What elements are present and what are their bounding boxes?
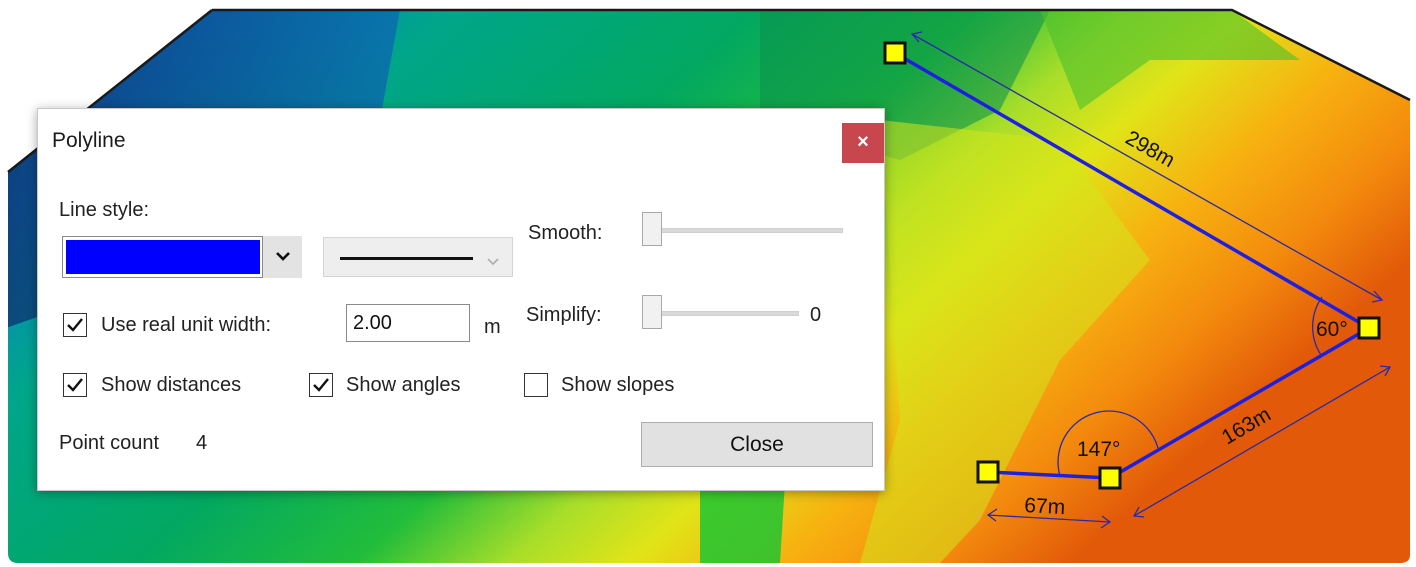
- chevron-down-icon: [486, 253, 500, 271]
- show-slopes-checkbox[interactable]: [524, 373, 548, 397]
- close-icon[interactable]: ×: [842, 123, 884, 163]
- smooth-slider[interactable]: [643, 228, 843, 233]
- show-distances-checkbox[interactable]: [63, 373, 87, 397]
- line-style-label: Line style:: [59, 199, 150, 221]
- simplify-slider-thumb[interactable]: [642, 295, 662, 329]
- angle-label: 60°: [1316, 318, 1348, 341]
- chevron-down-icon[interactable]: [262, 236, 302, 278]
- point-count-label: Point count: [59, 432, 160, 454]
- simplify-slider[interactable]: [643, 311, 799, 316]
- vertex-handle[interactable]: [1098, 466, 1122, 490]
- show-angles-checkbox[interactable]: [309, 373, 333, 397]
- dialog-title: Polyline: [52, 129, 126, 152]
- line-style-preview: [340, 257, 473, 260]
- line-style-dropdown[interactable]: [323, 237, 513, 277]
- show-angles-label: Show angles: [346, 374, 461, 396]
- vertex-handle[interactable]: [1357, 316, 1381, 340]
- polyline-dialog: Polyline × Line style: Smooth: Simplify:…: [37, 108, 885, 491]
- smooth-slider-thumb[interactable]: [642, 212, 662, 246]
- vertex-handle[interactable]: [883, 41, 907, 65]
- show-slopes-label: Show slopes: [561, 374, 675, 396]
- width-unit-label: m: [484, 316, 501, 338]
- distance-label: 67m: [1024, 494, 1066, 519]
- use-real-unit-width-label: Use real unit width:: [101, 314, 272, 336]
- simplify-value: 0: [810, 304, 822, 326]
- angle-label: 147°: [1077, 438, 1120, 461]
- simplify-label: Simplify:: [526, 304, 602, 326]
- line-color-swatch: [66, 240, 260, 274]
- line-color-dropdown[interactable]: [62, 236, 302, 278]
- smooth-label: Smooth:: [528, 222, 603, 244]
- use-real-unit-width-checkbox[interactable]: [63, 313, 87, 337]
- point-count-value: 4: [196, 432, 208, 454]
- close-button[interactable]: Close: [641, 422, 873, 467]
- line-width-input[interactable]: [346, 304, 470, 342]
- show-distances-label: Show distances: [101, 374, 242, 396]
- vertex-handle[interactable]: [976, 460, 1000, 484]
